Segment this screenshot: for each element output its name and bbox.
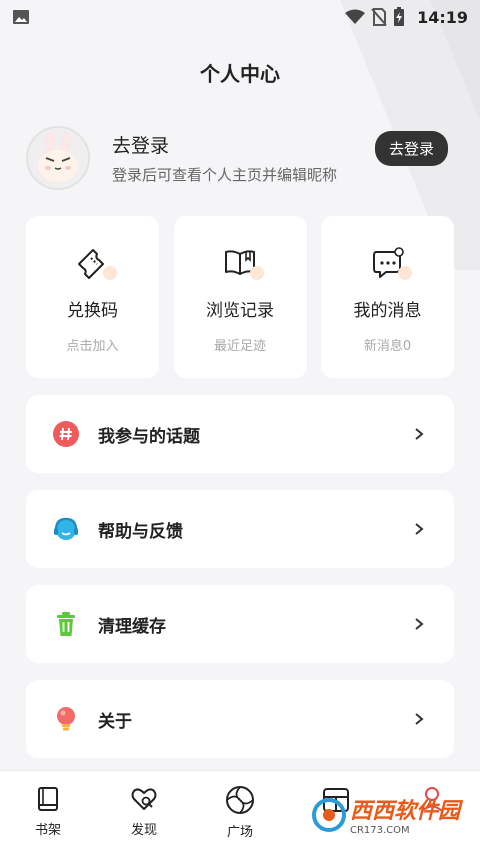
watermark-text: 西西软件园 [349, 799, 460, 824]
no-sim-icon [371, 8, 387, 26]
menu-item-my-topics[interactable]: 我参与的话题 [26, 395, 454, 473]
card-my-messages[interactable]: 我的消息 新消息0 [321, 216, 454, 378]
tab-bookshelf[interactable]: 书架 [0, 771, 96, 854]
menu-label: 清理缓存 [98, 616, 166, 637]
card-browse-history[interactable]: 浏览记录 最近足迹 [173, 216, 307, 378]
tab-label: 广场 [226, 825, 253, 840]
quick-cards: 兑换码 点击加入 浏览记录 最近足迹 我的消息 新消息0 [26, 216, 454, 378]
tab-discover[interactable]: 发现 [96, 771, 192, 854]
menu-item-clear-cache[interactable]: 清理缓存 [26, 585, 454, 663]
trash-icon [57, 612, 75, 636]
card-redeem-code[interactable]: 兑换码 点击加入 [26, 216, 159, 378]
card-title: 我的消息 [353, 301, 422, 321]
card-subtitle: 新消息0 [363, 339, 412, 354]
card-subtitle: 点击加入 [66, 339, 119, 354]
headset-icon [54, 517, 78, 540]
tab-label: 发现 [130, 823, 157, 838]
menu-label: 帮助与反馈 [98, 521, 183, 542]
tab-label: 书架 [34, 823, 61, 838]
status-time: 14:19 [417, 7, 468, 27]
watermark: 西西软件园 CR173.COM [311, 793, 460, 836]
avatar[interactable] [26, 126, 90, 190]
menu-label: 我参与的话题 [98, 426, 200, 447]
menu-item-help-feedback[interactable]: 帮助与反馈 [26, 490, 454, 568]
chevron-right-icon [415, 618, 424, 630]
chevron-right-icon [415, 428, 424, 440]
plaza-icon [226, 786, 254, 814]
watermark-logo-icon [311, 797, 346, 832]
wifi-icon [345, 9, 366, 24]
chevron-right-icon [415, 523, 424, 535]
discover-icon [131, 788, 157, 810]
profile-subtitle: 登录后可查看个人主页并编辑昵称 [112, 166, 338, 184]
watermark-sub: CR173.COM [349, 825, 410, 836]
gallery-notification-icon [13, 10, 29, 24]
menu-item-about[interactable]: 关于 [26, 680, 454, 758]
status-bar: 14:19 [0, 0, 480, 34]
bookshelf-icon [38, 787, 58, 811]
menu-list: 我参与的话题 帮助与反馈 清理缓存 关于 [26, 395, 454, 775]
lightbulb-icon [57, 707, 75, 731]
login-button[interactable]: 去登录 [374, 131, 448, 166]
card-title: 浏览记录 [206, 301, 274, 321]
chevron-right-icon [415, 713, 424, 725]
hashtag-icon [53, 421, 79, 447]
card-title: 兑换码 [67, 301, 118, 321]
rabbit-avatar-icon [28, 128, 88, 188]
tab-plaza[interactable]: 广场 [192, 771, 288, 854]
profile-section[interactable]: 去登录 登录后可查看个人主页并编辑昵称 去登录 [26, 126, 454, 190]
battery-charging-icon [394, 7, 405, 26]
page-title: 个人中心 [200, 62, 280, 86]
card-subtitle: 最近足迹 [213, 339, 266, 354]
menu-label: 关于 [98, 711, 132, 732]
